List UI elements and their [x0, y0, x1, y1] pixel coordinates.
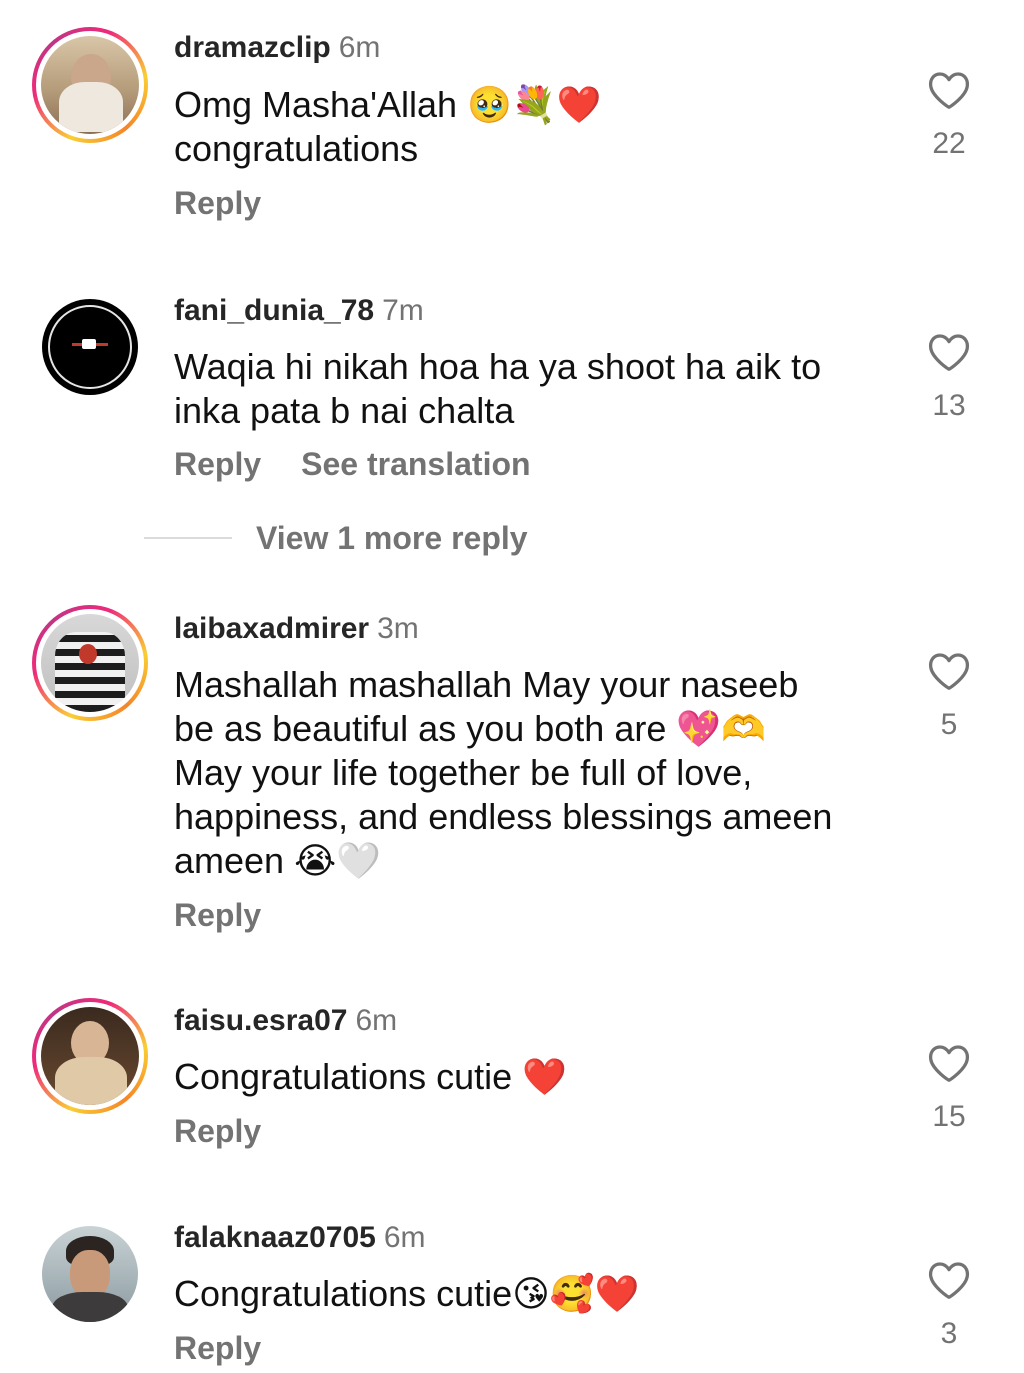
comment-text: Congratulations cutie😘🥰❤️: [174, 1272, 874, 1316]
like-count: 22: [932, 127, 966, 160]
comment-username[interactable]: laibaxadmirer: [174, 612, 369, 645]
heart-outline-icon[interactable]: [926, 1043, 972, 1083]
avatar: [41, 1007, 139, 1105]
comment-timestamp: 7m: [382, 294, 424, 327]
avatar[interactable]: [42, 299, 138, 395]
reply-button[interactable]: Reply: [174, 446, 261, 482]
like-count: 15: [932, 1100, 966, 1133]
reply-button[interactable]: Reply: [174, 1113, 261, 1149]
reply-button[interactable]: Reply: [174, 185, 261, 221]
comment-text-line: Congratulations cutie😘🥰❤️: [174, 1273, 640, 1314]
comment-username[interactable]: dramazclip: [174, 31, 331, 64]
comment-text-line: be as beautiful as you both are 💖🫶: [174, 708, 766, 749]
comment-text-line: ameen 😭🤍: [174, 840, 381, 881]
comment-username[interactable]: fani_dunia_78: [174, 294, 374, 327]
comment-text: Congratulations cutie ❤️: [174, 1055, 874, 1099]
like-count: 13: [932, 389, 966, 422]
comment-text-line: May your life together be full of love,: [174, 752, 753, 793]
comment-text-line: Mashallah mashallah May your naseeb: [174, 664, 799, 705]
avatar: [41, 614, 139, 712]
avatar[interactable]: [42, 1226, 138, 1322]
comment-timestamp: 6m: [355, 1004, 398, 1037]
avatar-story-ring[interactable]: [32, 27, 148, 143]
comment-text-line: congratulations: [174, 128, 419, 169]
heart-outline-icon[interactable]: [926, 332, 972, 372]
comment-username[interactable]: faisu.esra07: [174, 1004, 347, 1037]
reply-button[interactable]: Reply: [174, 897, 261, 933]
comment-username[interactable]: falaknaaz0705: [174, 1221, 376, 1254]
heart-outline-icon[interactable]: [926, 70, 972, 110]
see-translation-button[interactable]: See translation: [301, 446, 530, 482]
divider: [144, 537, 232, 539]
comment-text-line: Omg Masha'Allah 🥹💐❤️: [174, 84, 602, 125]
comment-text-line: inka pata b nai chalta: [174, 390, 515, 431]
avatar-story-ring[interactable]: [32, 998, 148, 1114]
comment-text: Mashallah mashallah May your naseeb be a…: [174, 663, 874, 883]
comment-timestamp: 6m: [383, 1221, 426, 1254]
comment-text-line: Congratulations cutie ❤️: [174, 1056, 568, 1097]
comment-text: Omg Masha'Allah 🥹💐❤️ congratulations: [174, 83, 874, 171]
heart-outline-icon[interactable]: [926, 1260, 972, 1300]
avatar-story-ring[interactable]: [32, 605, 148, 721]
comment-text-line: happiness, and endless blessings ameen: [174, 796, 833, 837]
like-count: 3: [940, 1317, 958, 1350]
comment-text: Waqia hi nikah hoa ha ya shoot ha aik to…: [174, 345, 874, 433]
heart-outline-icon[interactable]: [926, 651, 972, 691]
reply-button[interactable]: Reply: [174, 1330, 261, 1366]
comment-timestamp: 6m: [338, 31, 381, 64]
comment-text-line: Waqia hi nikah hoa ha ya shoot ha aik to: [174, 346, 822, 387]
avatar: [41, 36, 139, 134]
like-count: 5: [940, 708, 958, 741]
comment-timestamp: 3m: [377, 612, 419, 645]
view-more-replies-label[interactable]: View 1 more reply: [256, 518, 528, 558]
